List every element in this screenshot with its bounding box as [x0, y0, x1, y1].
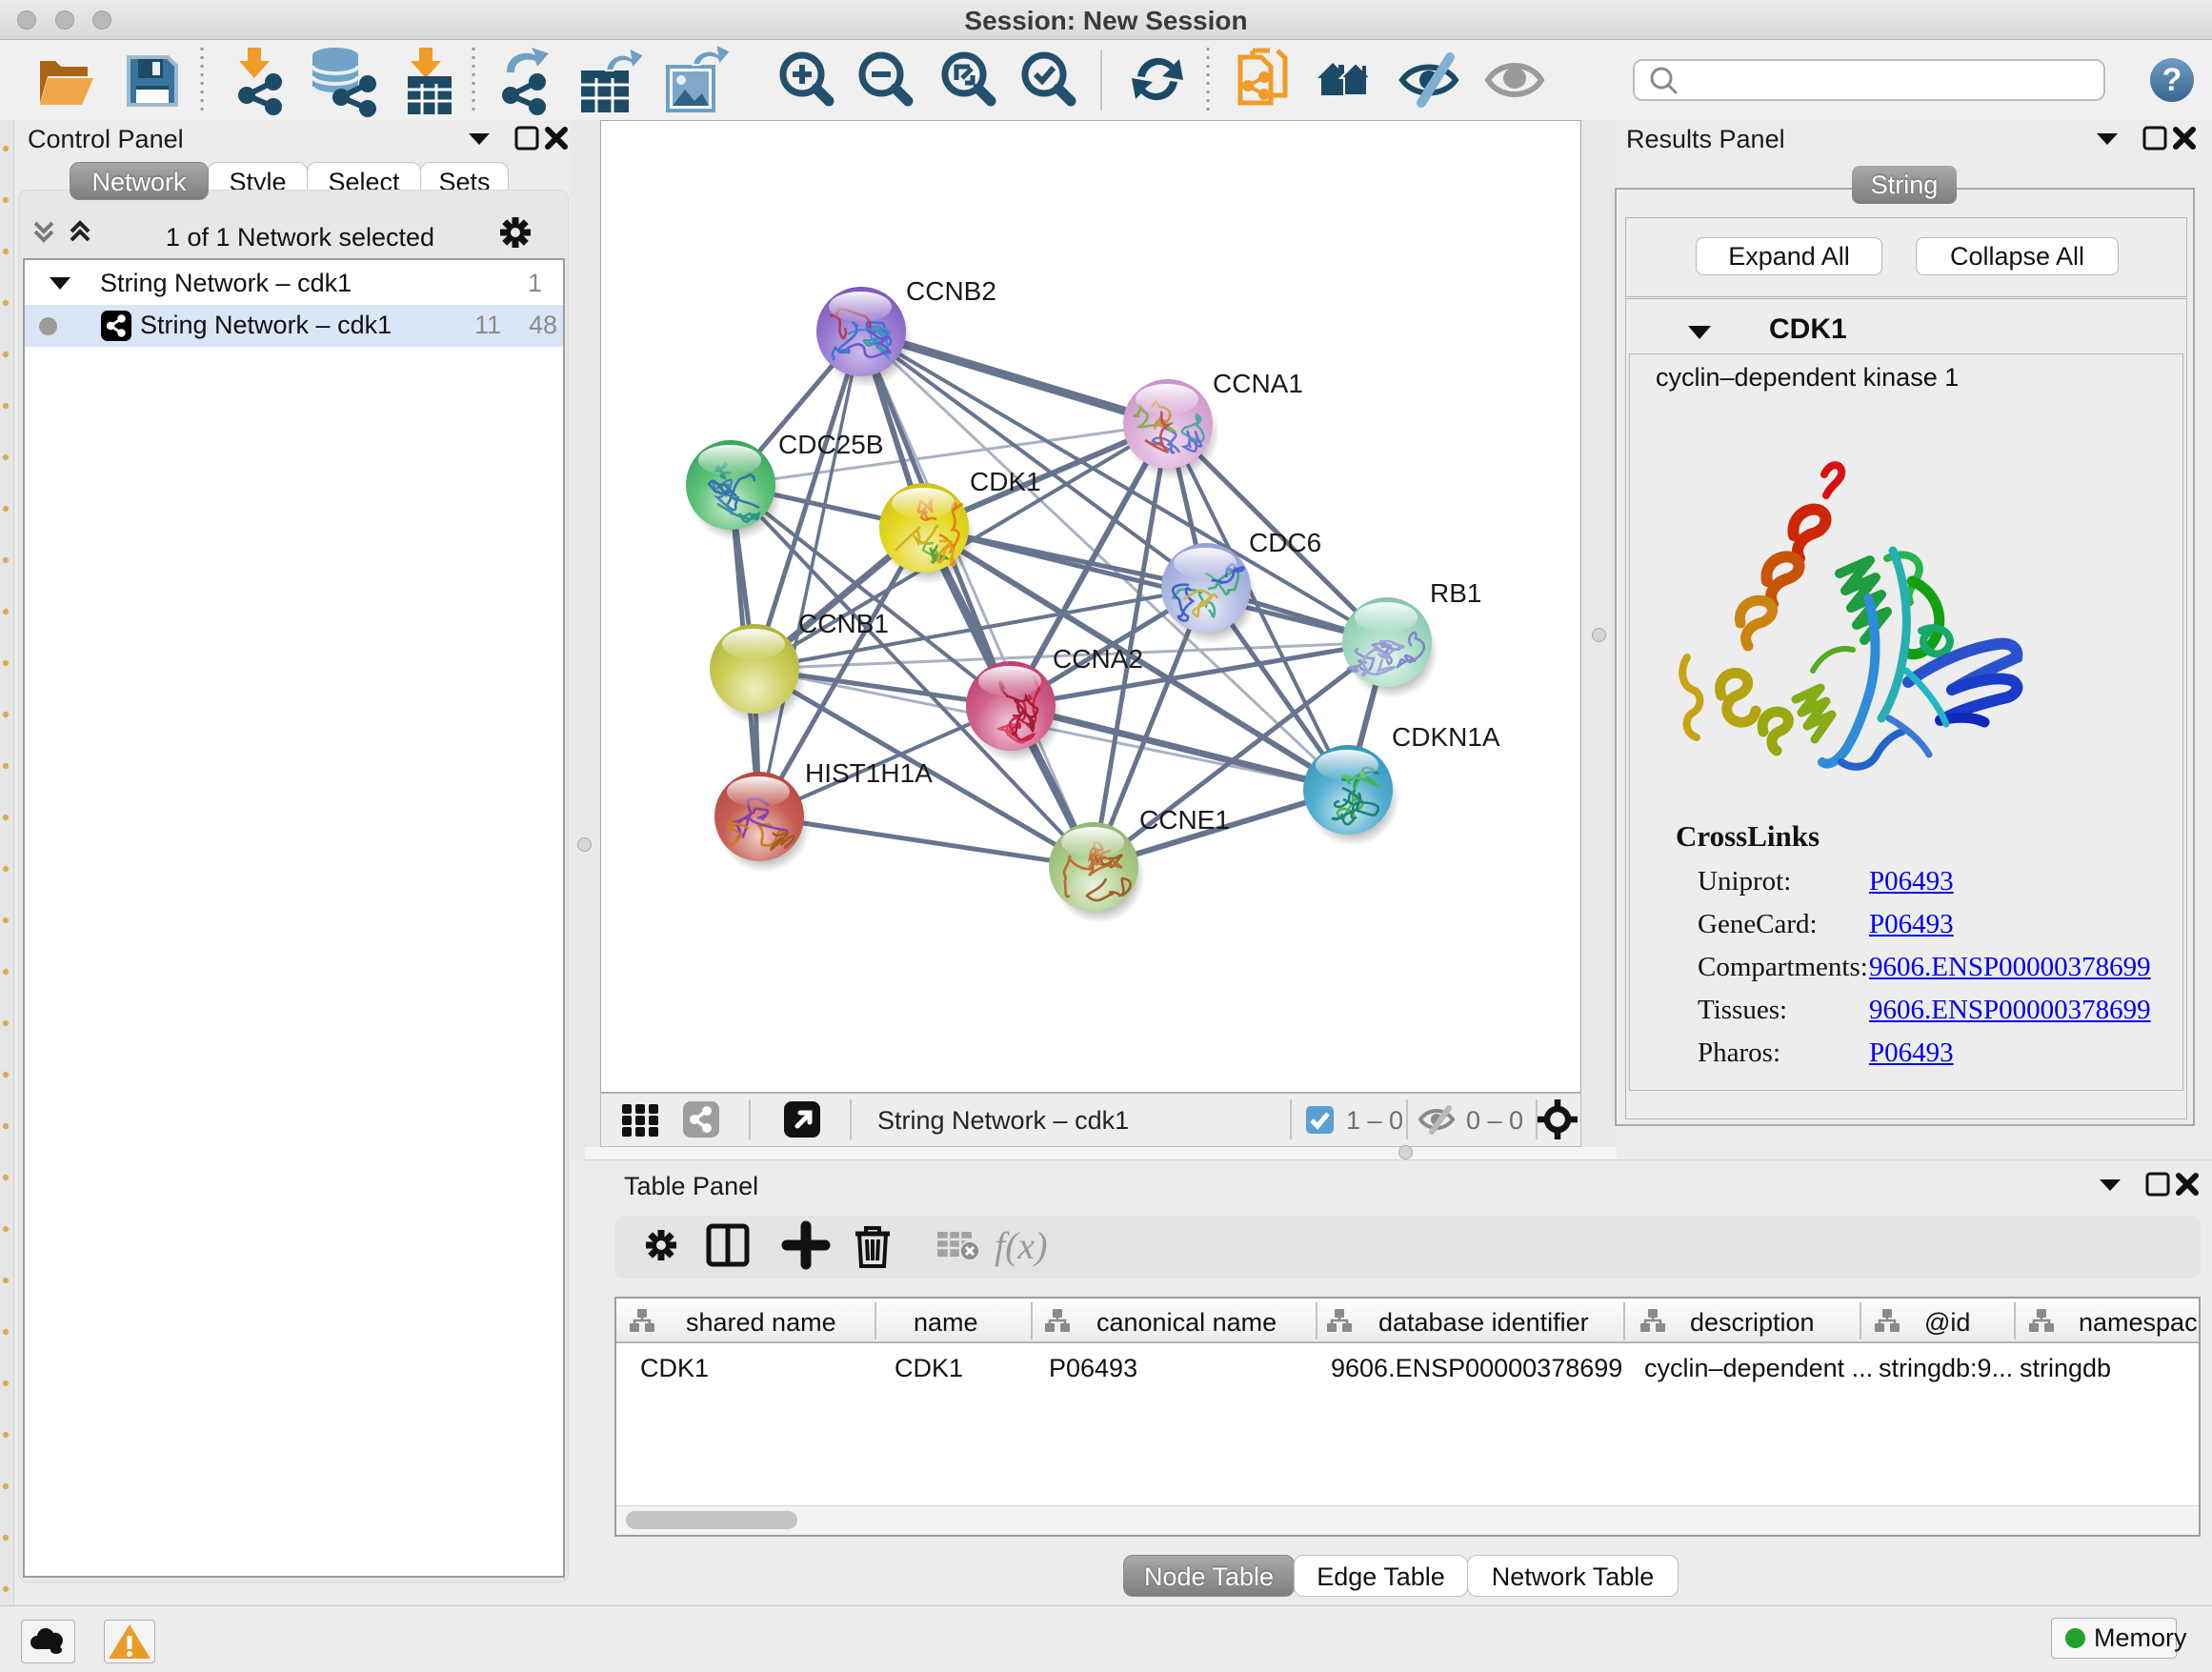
svg-text:CCNE1: CCNE1 [1139, 805, 1230, 835]
svg-text:CDK1: CDK1 [970, 467, 1041, 496]
svg-text:1 – 0: 1 – 0 [1346, 1106, 1403, 1135]
svg-text:namespac: namespac [2079, 1308, 2198, 1337]
svg-text:canonical name: canonical name [1096, 1308, 1277, 1337]
svg-text:CDC6: CDC6 [1249, 528, 1321, 557]
svg-text:CCNA2: CCNA2 [1053, 644, 1143, 674]
svg-text:RB1: RB1 [1430, 578, 1481, 608]
svg-text:CDC25B: CDC25B [778, 430, 883, 459]
svg-text:database identifier: database identifier [1378, 1308, 1589, 1337]
svg-text:CDKN1A: CDKN1A [1392, 722, 1500, 752]
svg-text:CCNB1: CCNB1 [798, 609, 889, 638]
svg-text:description: description [1690, 1308, 1815, 1337]
svg-text:?: ? [2162, 62, 2182, 98]
svg-text:shared name: shared name [686, 1308, 836, 1337]
svg-text:String Network – cdk1: String Network – cdk1 [877, 1106, 1129, 1135]
svg-text:HIST1H1A: HIST1H1A [805, 758, 933, 788]
svg-text:CCNB2: CCNB2 [906, 276, 996, 306]
svg-text:f(x): f(x) [995, 1224, 1048, 1267]
svg-text:0 – 0: 0 – 0 [1466, 1106, 1523, 1135]
svg-text:name: name [914, 1308, 978, 1337]
svg-text:@id: @id [1924, 1308, 1970, 1337]
svg-text:CCNA1: CCNA1 [1213, 369, 1303, 398]
